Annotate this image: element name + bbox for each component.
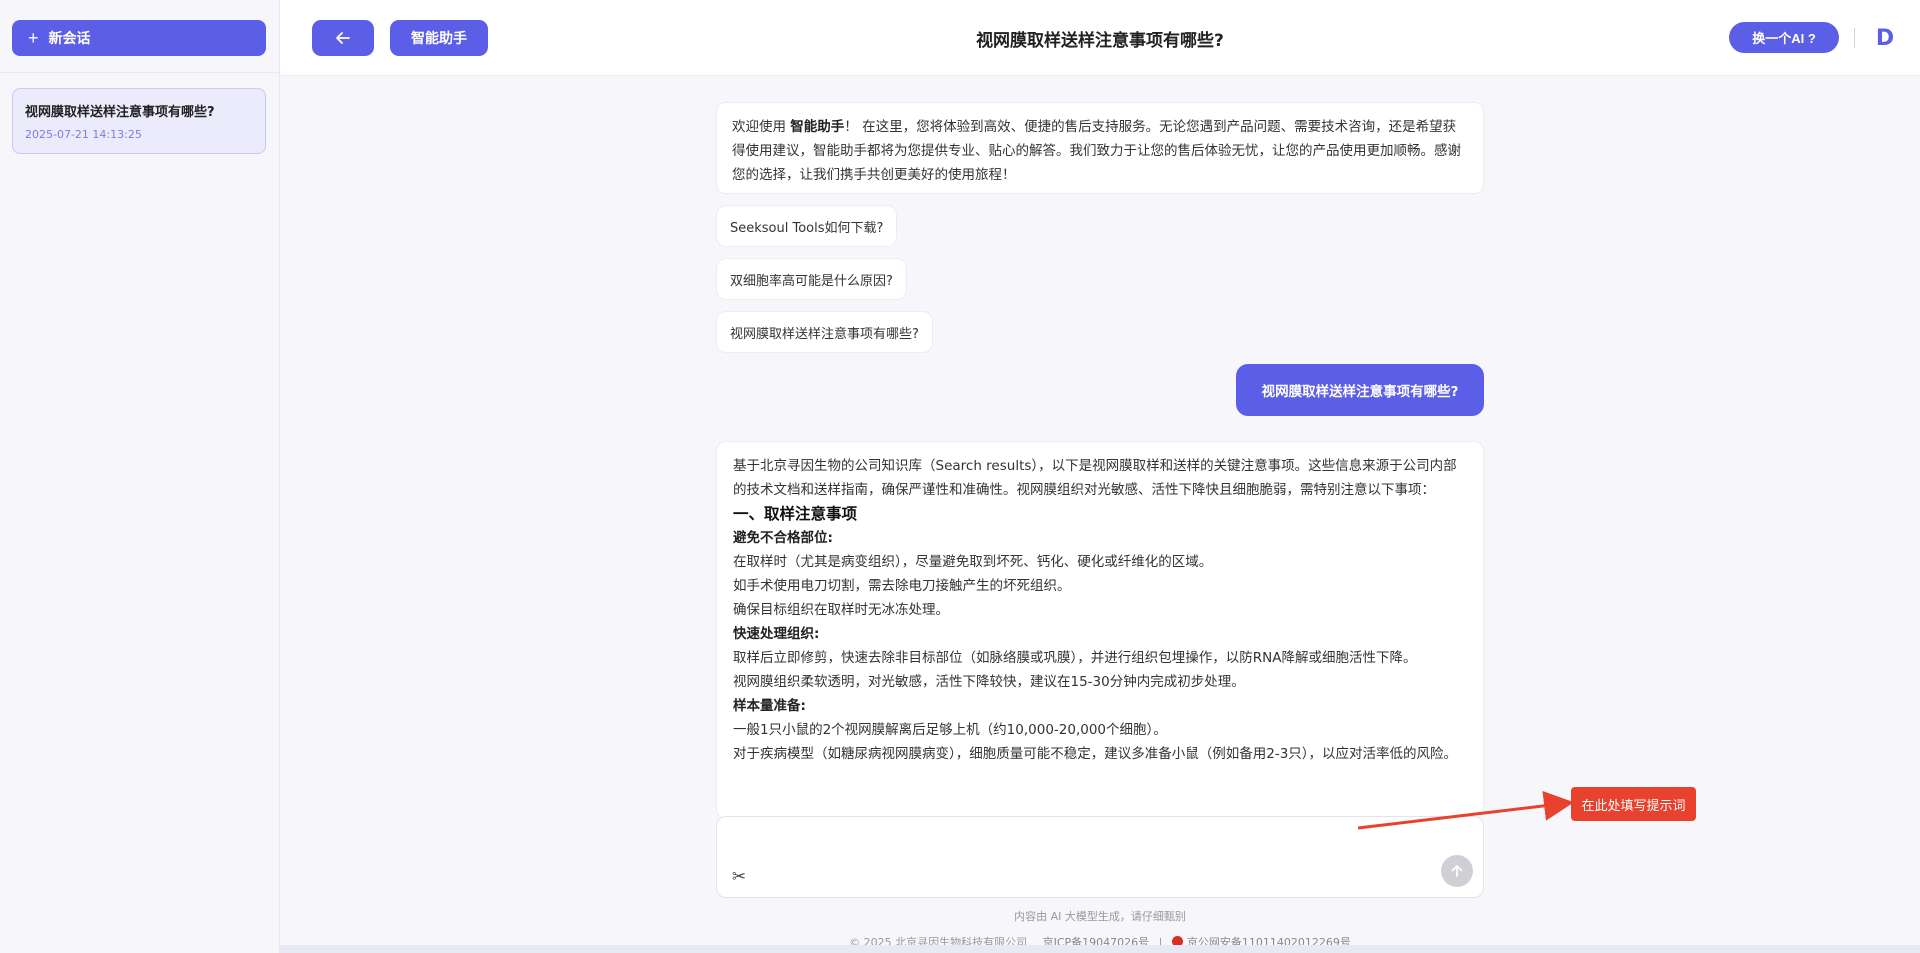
assistant-answer: 基于北京寻因生物的公司知识库（Search results），以下是视网膜取样和…	[716, 441, 1484, 819]
arrow-up-icon	[1451, 865, 1463, 877]
answer-heading: 一、取样注意事项	[733, 505, 858, 523]
welcome-prefix: 欢迎使用	[732, 119, 791, 135]
answer-line: 确保目标组织在取样时无冰冻处理。	[733, 602, 949, 618]
sidebar-divider	[0, 72, 280, 73]
chat-area: 欢迎使用 智能助手！ 在这里，您将体验到高效、便捷的售后支持服务。无论您遇到产品…	[716, 76, 1484, 819]
page-title: 视网膜取样送样注意事项有哪些?	[976, 30, 1224, 51]
assistant-button[interactable]: 智能助手	[390, 20, 488, 56]
answer-line: 对于疾病模型（如糖尿病视网膜病变），细胞质量可能不稳定，建议多准备小鼠（例如备用…	[733, 746, 1458, 762]
answer-line: 在取样时（尤其是病变组织），尽量避免取到坏死、钙化、硬化或纤维化的区域。	[733, 554, 1213, 570]
suggestion-item[interactable]: 视网膜取样送样注意事项有哪些?	[716, 311, 933, 353]
answer-subheading: 样本量准备:	[733, 698, 806, 714]
avatar[interactable]: D	[1870, 20, 1900, 56]
ai-disclaimer: 内容由 AI 大模型生成，请仔细甄别	[1014, 910, 1186, 923]
welcome-bold: 智能助手	[790, 119, 845, 135]
header-separator	[1854, 28, 1855, 48]
annotation-arrow	[1357, 790, 1574, 830]
arrow-left-icon	[336, 32, 350, 44]
annotation-label: 在此处填写提示词	[1571, 787, 1696, 821]
sidebar: + 新会话 视网膜取样送样注意事项有哪些? 2025-07-21 14:13:2…	[0, 0, 280, 953]
answer-line: 一般1只小鼠的2个视网膜解离后足够上机（约10,000-20,000个细胞）。	[733, 722, 1167, 738]
bottom-strip	[280, 945, 1920, 953]
plus-icon: +	[28, 27, 39, 48]
answer-line: 视网膜组织柔软透明，对光敏感，活性下降较快，建议在15-30分钟内完成初步处理。	[733, 674, 1245, 690]
switch-ai-button[interactable]: 换一个AI ?	[1729, 22, 1839, 53]
new-chat-label: 新会话	[48, 30, 91, 46]
answer-line: 取样后立即修剪，快速去除非目标部位（如脉络膜或巩膜），并进行组织包埋操作，以防R…	[733, 650, 1417, 666]
user-message: 视网膜取样送样注意事项有哪些?	[1236, 364, 1484, 416]
new-chat-button[interactable]: + 新会话	[12, 20, 266, 56]
session-item[interactable]: 视网膜取样送样注意事项有哪些? 2025-07-21 14:13:25	[12, 88, 266, 154]
scissors-icon[interactable]: ✂	[727, 865, 751, 889]
answer-line: 如手术使用电刀切割，需去除电刀接触产生的坏死组织。	[733, 578, 1071, 594]
answer-intro: 基于北京寻因生物的公司知识库（Search results），以下是视网膜取样和…	[733, 458, 1457, 498]
suggestion-item[interactable]: Seeksoul Tools如何下载?	[716, 205, 898, 247]
header: 视网膜取样送样注意事项有哪些? 智能助手 换一个AI ? D	[280, 0, 1920, 76]
answer-subheading: 快速处理组织:	[733, 626, 820, 642]
suggestion-item[interactable]: 双细胞率高可能是什么原因?	[716, 258, 907, 300]
answer-subheading: 避免不合格部位:	[733, 530, 833, 546]
session-title: 视网膜取样送样注意事项有哪些?	[25, 105, 215, 120]
session-time: 2025-07-21 14:13:25	[25, 128, 142, 141]
back-button[interactable]	[312, 20, 374, 56]
send-button[interactable]	[1441, 855, 1473, 887]
welcome-message: 欢迎使用 智能助手！ 在这里，您将体验到高效、便捷的售后支持服务。无论您遇到产品…	[716, 102, 1484, 194]
